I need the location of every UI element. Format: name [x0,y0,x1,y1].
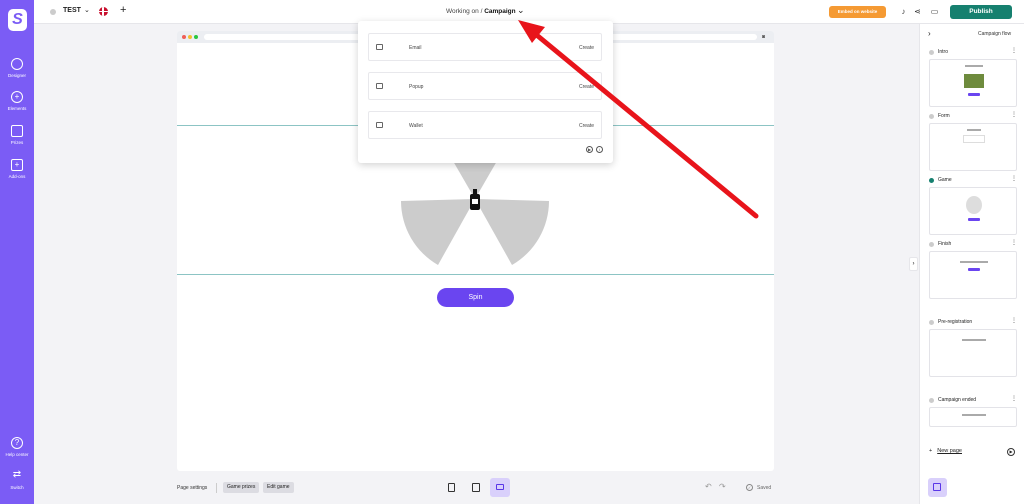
arrow-shaft [530,29,759,219]
annotation-arrow [518,20,759,219]
